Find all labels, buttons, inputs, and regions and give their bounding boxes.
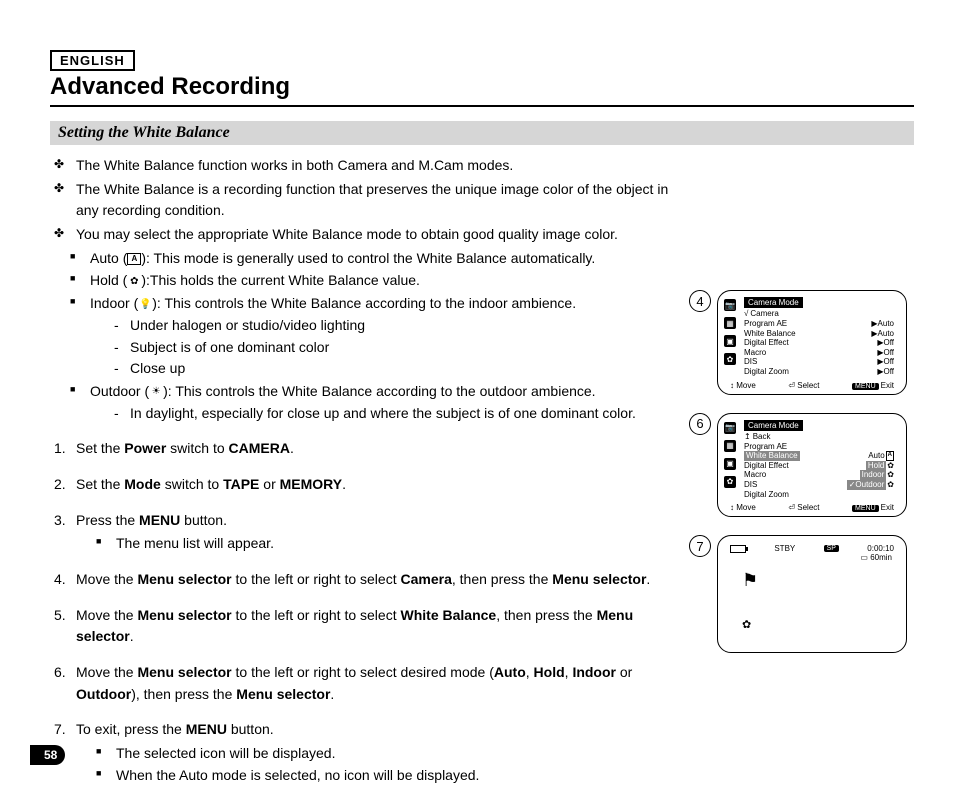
move-icon: ↕ xyxy=(730,503,734,512)
menu-row: White Balance▶Auto xyxy=(744,329,894,339)
auto-icon: A xyxy=(127,253,141,265)
tape-icon: ▭ xyxy=(860,553,868,562)
dash-item: In daylight, especially for close up and… xyxy=(130,403,679,425)
menu-row: Digital Zoom▶Off xyxy=(744,367,894,377)
sp-badge: SP xyxy=(824,545,839,552)
dash-item: Under halogen or studio/video lighting xyxy=(130,315,679,337)
flag-icon: ⚑ xyxy=(742,570,758,591)
move-icon: ↕ xyxy=(730,381,734,390)
figure-6: 6 📷▦▣✿ Camera Mode ↥Back Program AEWhite… xyxy=(689,413,914,518)
step-1: 1. Set the Power switch to CAMERA. xyxy=(76,438,679,460)
outdoor-icon: ✿ xyxy=(742,618,751,631)
figure-number: 6 xyxy=(689,413,711,435)
bullet: You may select the appropriate White Bal… xyxy=(76,224,679,246)
side-icons: 📷▦▣✿ xyxy=(724,422,736,488)
select-icon: ⏎ xyxy=(788,503,795,512)
menu-row: Digital Effect▶Off xyxy=(744,338,894,348)
mode-outdoor: Outdoor (☀): This controls the White Bal… xyxy=(90,381,679,424)
remain-time: 60min xyxy=(870,553,892,562)
bullet: The White Balance function works in both… xyxy=(76,155,679,177)
dash-item: Subject is of one dominant color xyxy=(130,337,679,359)
side-icons: 📷▦▣✿ xyxy=(724,299,736,365)
indoor-icon: 💡 xyxy=(138,298,152,310)
mode-indoor: Indoor (💡): This controls the White Bala… xyxy=(90,293,679,380)
mode-auto: Auto (A): This mode is generally used to… xyxy=(90,248,679,270)
figure-number: 7 xyxy=(689,535,711,557)
page-title: Advanced Recording xyxy=(50,73,914,107)
section-heading: Setting the White Balance xyxy=(50,121,914,145)
battery-icon xyxy=(730,545,746,553)
menu-row: MacroIndoor ✿ xyxy=(744,470,894,480)
step-2: 2. Set the Mode switch to TAPE or MEMORY… xyxy=(76,474,679,496)
menu-row: Program AE xyxy=(744,442,894,452)
menu-row: Program AE▶Auto xyxy=(744,319,894,329)
menu-badge: MENU xyxy=(852,383,879,390)
menu-row: White BalanceAuto A xyxy=(744,451,894,461)
stby-label: STBY xyxy=(774,544,795,553)
menu-row: Digital Zoom xyxy=(744,490,894,500)
menu-row: DIS✓Outdoor ✿ xyxy=(744,480,894,490)
step-7: 7. To exit, press the MENU button. The s… xyxy=(76,719,679,786)
step-3: 3. Press the MENU button. The menu list … xyxy=(76,510,679,555)
step-6: 6. Move the Menu selector to the left or… xyxy=(76,662,679,705)
figure-number: 4 xyxy=(689,290,711,312)
figure-4: 4 📷▦▣✿ Camera Mode √Camera Program AE▶Au… xyxy=(689,290,914,395)
screen-title: Camera Mode xyxy=(744,420,803,431)
menu-row: DIS▶Off xyxy=(744,357,894,367)
body-text: The White Balance function works in both… xyxy=(50,155,679,801)
menu-badge: MENU xyxy=(852,505,879,512)
select-icon: ⏎ xyxy=(788,381,795,390)
hold-icon: ✿ xyxy=(127,276,141,288)
step-5: 5. Move the Menu selector to the left or… xyxy=(76,605,679,648)
outdoor-icon: ☀ xyxy=(149,386,163,398)
page-number: 58 xyxy=(30,745,65,765)
menu-row: Macro▶Off xyxy=(744,348,894,358)
timecode: 0:00:10 xyxy=(867,544,894,553)
mode-hold: Hold (✿):This holds the current White Ba… xyxy=(90,270,679,292)
bullet: The White Balance is a recording functio… xyxy=(76,179,679,222)
screen-title: Camera Mode xyxy=(744,297,803,308)
dash-item: Close up xyxy=(130,358,679,380)
language-label: ENGLISH xyxy=(50,50,135,71)
menu-row: Digital EffectHold ✿ xyxy=(744,461,894,471)
step-4: 4. Move the Menu selector to the left or… xyxy=(76,569,679,591)
figure-7: 7 STBY SP 0:00:10 ▭ 60min ⚑ ✿ xyxy=(689,535,914,653)
